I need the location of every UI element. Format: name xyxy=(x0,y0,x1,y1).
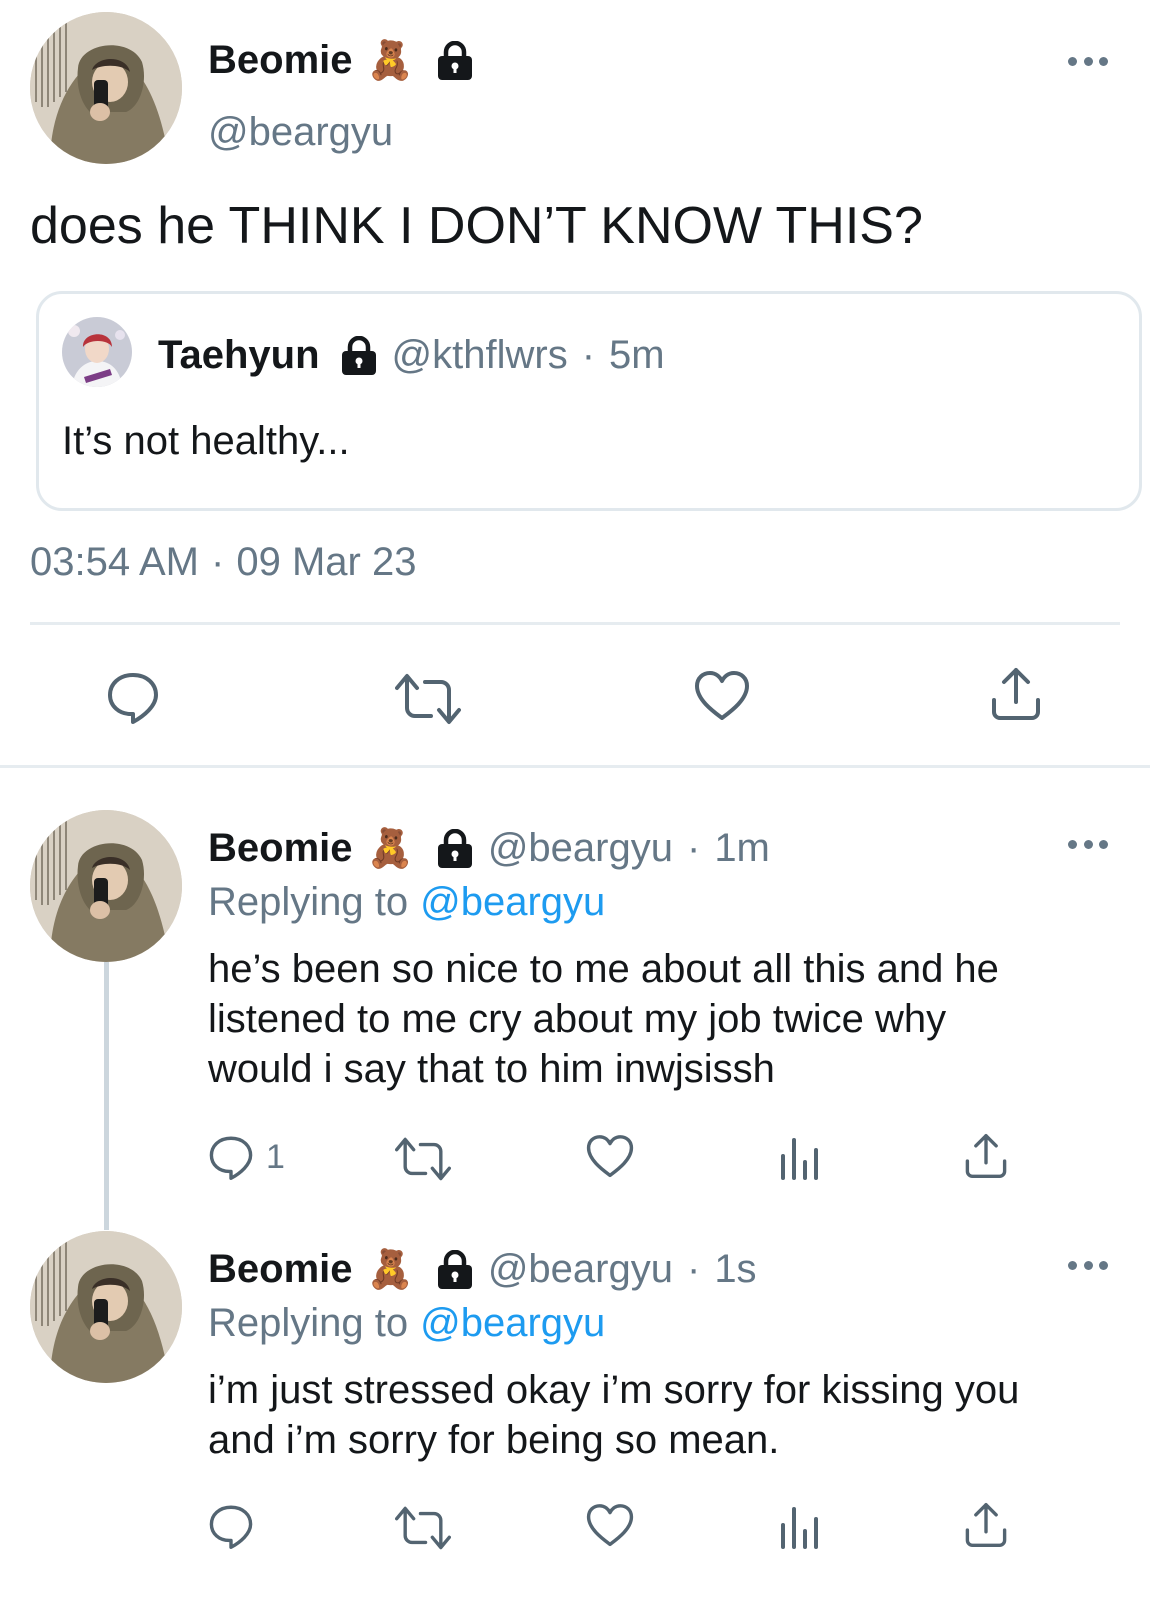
share-button[interactable] xyxy=(964,1132,1008,1180)
avatar-image xyxy=(30,810,182,962)
like-button[interactable] xyxy=(586,1134,634,1179)
retweet-button[interactable] xyxy=(395,672,461,726)
reply-author-row: Beomie 🧸 @beargyu · 1s xyxy=(208,1247,757,1292)
retweet-icon xyxy=(395,1505,451,1551)
reply-text-line: i’m just stressed okay i’m sorry for kis… xyxy=(208,1368,1020,1412)
reply-time[interactable]: 1s xyxy=(714,1247,756,1292)
share-button[interactable] xyxy=(990,666,1042,722)
author-handle[interactable]: @beargyu xyxy=(488,826,673,871)
teddy-bear-emoji: 🧸 xyxy=(366,39,414,82)
replying-to-row: Replying to @beargyu xyxy=(208,880,605,925)
like-button[interactable] xyxy=(586,1503,634,1548)
views-icon xyxy=(779,1136,819,1180)
quoted-tweet-card[interactable] xyxy=(36,291,1142,511)
reply-author-row: Beomie 🧸 @beargyu · 1m xyxy=(208,826,770,871)
timestamp[interactable]: 03:54 AM · 09 Mar 23 xyxy=(30,540,416,585)
retweet-icon xyxy=(395,1136,451,1182)
avatar-image xyxy=(30,12,182,164)
quoted-text: It’s not healthy... xyxy=(62,419,350,463)
author-handle[interactable]: @beargyu xyxy=(488,1247,673,1292)
views-button[interactable] xyxy=(779,1505,819,1549)
retweet-button[interactable] xyxy=(395,1505,451,1551)
quoted-author-name: Taehyun xyxy=(158,333,320,377)
retweet-icon xyxy=(395,672,461,726)
reply-text: he’s been so nice to me about all this a… xyxy=(208,944,999,1094)
avatar-image xyxy=(30,1231,182,1383)
tweet-text: does he THINK I DON’T KNOW THIS? xyxy=(30,197,923,255)
meta-separator: · xyxy=(686,826,701,870)
share-icon xyxy=(964,1132,1008,1180)
reply-button[interactable] xyxy=(106,670,160,724)
quoted-author-row: Taehyun @kthflwrs · 5m xyxy=(158,333,665,378)
teddy-bear-emoji: 🧸 xyxy=(366,1248,414,1291)
quoted-avatar[interactable] xyxy=(62,317,132,387)
quoted-author-handle: @kthflwrs xyxy=(391,333,568,377)
reply-text-line: he’s been so nice to me about all this a… xyxy=(208,947,999,991)
reply-text: i’m just stressed okay i’m sorry for kis… xyxy=(208,1365,1019,1465)
author-handle[interactable]: @beargyu xyxy=(208,110,393,155)
divider xyxy=(0,765,1150,768)
replying-to-link[interactable]: @beargyu xyxy=(420,880,605,925)
timestamp-date: 09 Mar 23 xyxy=(236,540,417,584)
reply-icon xyxy=(208,1134,254,1180)
share-icon xyxy=(964,1501,1008,1549)
heart-icon xyxy=(694,670,750,722)
author-name[interactable]: Beomie xyxy=(208,826,353,871)
reply-avatar[interactable] xyxy=(30,1231,182,1383)
reply-text-line: listened to me cry about my job twice wh… xyxy=(208,997,947,1041)
more-icon[interactable] xyxy=(1068,838,1108,850)
meta-separator: · xyxy=(581,333,596,377)
reply-avatar[interactable] xyxy=(30,810,182,962)
main-avatar[interactable] xyxy=(30,12,182,164)
more-icon[interactable] xyxy=(1068,55,1108,67)
thread-line xyxy=(104,962,109,1230)
heart-icon xyxy=(586,1503,634,1548)
reply-button[interactable]: 1 xyxy=(208,1134,285,1180)
retweet-button[interactable] xyxy=(395,1136,451,1182)
meta-separator: · xyxy=(686,1247,701,1291)
lock-icon xyxy=(436,829,474,869)
views-button[interactable] xyxy=(779,1136,819,1180)
replying-to-label: Replying to xyxy=(208,880,409,924)
lock-icon xyxy=(436,1250,474,1290)
reply-text-line: would i say that to him inwjsissh xyxy=(208,1047,775,1091)
replying-to-label: Replying to xyxy=(208,1301,409,1345)
lock-icon xyxy=(436,41,474,81)
lock-icon xyxy=(340,336,378,376)
author-name[interactable]: Beomie xyxy=(208,38,353,83)
avatar-image xyxy=(62,317,132,387)
reply-time[interactable]: 1m xyxy=(714,826,770,871)
reply-count: 1 xyxy=(266,1137,285,1176)
views-icon xyxy=(779,1505,819,1549)
more-icon[interactable] xyxy=(1068,1259,1108,1271)
heart-icon xyxy=(586,1134,634,1179)
timestamp-separator: · xyxy=(211,540,225,584)
replying-to-row: Replying to @beargyu xyxy=(208,1301,605,1346)
reply-button[interactable] xyxy=(208,1503,266,1549)
reply-icon xyxy=(208,1503,254,1549)
like-button[interactable] xyxy=(694,670,750,722)
author-name[interactable]: Beomie xyxy=(208,1247,353,1292)
share-icon xyxy=(990,666,1042,722)
quoted-time: 5m xyxy=(609,333,665,377)
share-button[interactable] xyxy=(964,1501,1008,1549)
divider xyxy=(30,622,1120,625)
main-author-row: Beomie 🧸 xyxy=(208,38,474,83)
teddy-bear-emoji: 🧸 xyxy=(366,827,414,870)
replying-to-link[interactable]: @beargyu xyxy=(420,1301,605,1346)
timestamp-time: 03:54 AM xyxy=(30,540,200,584)
reply-icon xyxy=(106,670,160,724)
reply-text-line: and i’m sorry for being so mean. xyxy=(208,1418,780,1462)
